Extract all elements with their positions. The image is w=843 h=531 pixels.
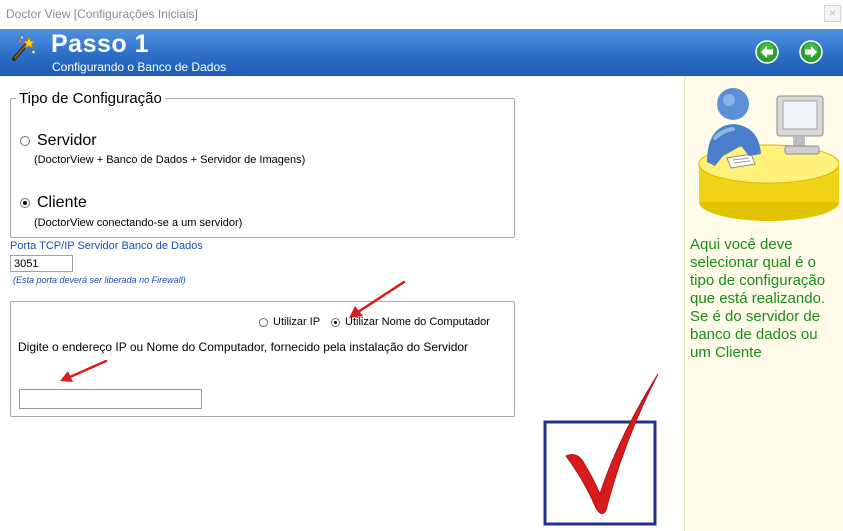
window-titlebar: Doctor View [Configurações Iniciais] × xyxy=(0,0,843,30)
user-at-computer-icon xyxy=(698,88,839,221)
step-subtitle: Configurando o Banco de Dados xyxy=(52,60,227,74)
radio-servidor[interactable] xyxy=(20,136,30,146)
help-panel: Aqui você deve selecionar qual é o tipo … xyxy=(684,77,843,531)
option-cliente[interactable]: Cliente xyxy=(20,194,87,212)
option-cliente-label: Cliente xyxy=(37,194,87,211)
window-title: Doctor View [Configurações Iniciais] xyxy=(6,7,198,21)
option-servidor-description: (DoctorView + Banco de Dados + Servidor … xyxy=(34,154,306,166)
option-utilizar-ip-label: Utilizar IP xyxy=(273,316,321,328)
step-title: Passo 1 xyxy=(51,30,150,58)
radio-utilizar-ip[interactable] xyxy=(259,317,268,327)
close-button[interactable]: × xyxy=(824,5,841,22)
port-input[interactable] xyxy=(10,255,73,272)
address-input[interactable] xyxy=(19,389,202,409)
option-servidor[interactable]: Servidor xyxy=(20,132,97,150)
option-servidor-label: Servidor xyxy=(37,132,97,149)
option-cliente-description: (DoctorView conectando-se a um servidor) xyxy=(34,217,243,229)
arrow-left-icon[interactable] xyxy=(755,40,779,64)
option-utilizar-nome-label: Utilizar Nome do Computador xyxy=(345,316,490,328)
address-description: Digite o endereço IP ou Nome do Computad… xyxy=(18,340,469,354)
port-note: (Esta porta deverá ser liberada no Firew… xyxy=(13,275,186,285)
checkmark-icon xyxy=(543,373,659,526)
config-type-legend: Tipo de Configuração xyxy=(16,90,165,107)
arrow-right-icon[interactable] xyxy=(799,40,823,64)
port-label: Porta TCP/IP Servidor Banco de Dados xyxy=(10,240,203,252)
help-text: Aqui você deve selecionar qual é o tipo … xyxy=(690,236,826,361)
option-utilizar-nome[interactable]: Utilizar Nome do Computador xyxy=(331,316,490,328)
radio-cliente[interactable] xyxy=(20,198,30,208)
wizard-header: Passo 1 Configurando o Banco de Dados xyxy=(0,29,843,76)
option-utilizar-ip[interactable]: Utilizar IP xyxy=(259,316,320,328)
radio-utilizar-nome[interactable] xyxy=(331,317,340,327)
magic-wand-icon xyxy=(12,35,36,61)
